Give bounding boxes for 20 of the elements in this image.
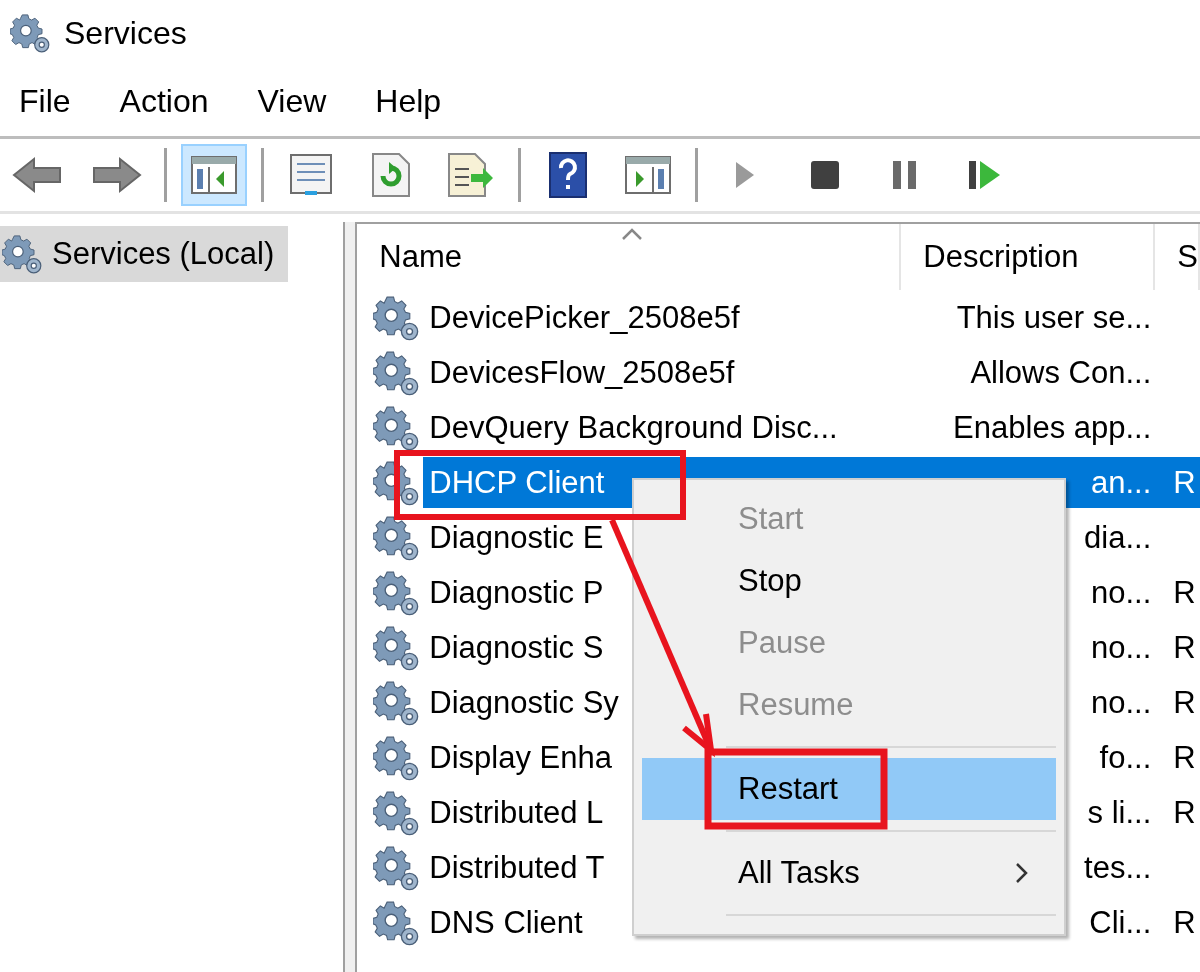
table-cell: R	[1173, 904, 1196, 941]
table-cell: Enables app...	[953, 409, 1152, 446]
table-cell: an...	[1091, 464, 1152, 501]
table-cell: This user se...	[956, 299, 1152, 336]
window-title: Services	[64, 14, 187, 52]
table-cell: R	[1173, 629, 1196, 666]
table-cell: no...	[1091, 629, 1152, 666]
table-cell: R	[1173, 684, 1196, 721]
table-cell: R	[1173, 464, 1196, 501]
table-cell: s li...	[1087, 794, 1152, 831]
table-cell: Allows Con...	[970, 354, 1152, 391]
table-cell: no...	[1091, 574, 1152, 611]
table-cell: no...	[1091, 684, 1152, 721]
table-cell: R	[1173, 574, 1196, 611]
table-cell: Cli...	[1089, 904, 1152, 941]
table-cell: R	[1173, 739, 1196, 776]
table-cell: dia...	[1084, 519, 1152, 556]
table-cell: tes...	[1084, 849, 1152, 886]
table-cell: R	[1173, 794, 1196, 831]
table-cell: fo...	[1099, 739, 1152, 776]
